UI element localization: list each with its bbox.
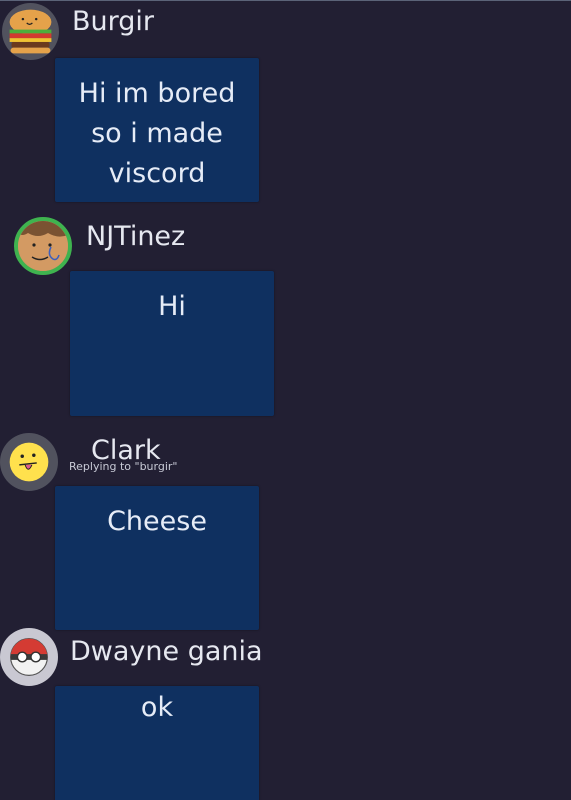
avatar-clark[interactable] [0,433,58,491]
message-text-line: so i made [91,118,223,149]
tongue-out-emoji-icon [9,442,49,482]
author-name[interactable]: Burgir [72,7,154,37]
avatar-burgir[interactable] [2,3,59,60]
message-bubble[interactable]: Hi im bored so i made viscord [55,58,259,202]
reply-indicator[interactable]: Replying to "burgir" [69,460,177,473]
burger-icon [9,9,52,54]
message-text-line: Hi [158,291,186,322]
avatar-njtinez[interactable] [14,217,72,275]
message-text-line: Hi im bored [78,78,236,109]
drawn-face-icon [18,221,68,271]
message-feed: Burgir Hi im bored so i made viscord NJT… [0,0,571,800]
author-name[interactable]: Dwayne gania [70,637,263,667]
message-bubble[interactable]: ok [55,686,259,800]
message-bubble[interactable]: Cheese [55,486,259,630]
message-text-line: viscord [108,158,206,189]
message-bubble[interactable]: Hi [70,271,274,416]
avatar-dwayne[interactable] [0,628,58,686]
author-name[interactable]: NJTinez [86,222,185,252]
message-text-line: Cheese [107,506,207,537]
pokeball-face-icon [10,638,48,676]
message-text-line: ok [140,692,174,723]
